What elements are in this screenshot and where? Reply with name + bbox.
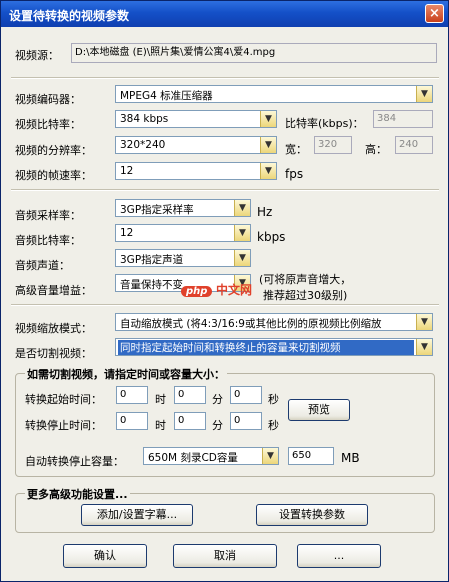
second-unit: 秒 (268, 419, 279, 432)
other-button[interactable]: ... (297, 544, 381, 568)
fps-unit: fps (285, 167, 304, 181)
hour-unit: 时 (155, 393, 166, 406)
stop-minute-input[interactable]: 0 (174, 412, 206, 430)
video-framerate-select[interactable]: 12 ▼ (115, 162, 277, 180)
start-minute-input[interactable]: 0 (174, 386, 206, 404)
advanced-group-title: 更多高级功能设置... (25, 486, 130, 502)
width-field[interactable]: 320 (314, 136, 352, 154)
start-second-input[interactable]: 0 (230, 386, 262, 404)
cut-group-title: 如需切割视频，请指定时间或容量大小： (25, 366, 227, 382)
capacity-select[interactable]: 650M 刻录CD容量 ▼ (143, 447, 279, 465)
site-name: 中文网 (215, 283, 252, 297)
bitrate-kbps-label: 比特率(kbps)： (285, 117, 364, 130)
audio-samplerate-label: 音频采样率： (15, 209, 81, 222)
video-bitrate-label: 视频比特率： (15, 118, 81, 131)
minute-unit: 分 (212, 393, 223, 406)
scale-mode-label: 视频缩放模式： (15, 322, 92, 335)
audio-bitrate-select[interactable]: 12 ▼ (115, 224, 251, 242)
chevron-down-icon[interactable]: ▼ (260, 111, 276, 127)
close-icon: × (429, 6, 440, 21)
video-resolution-value: 320*240 (120, 139, 166, 151)
audio-samplerate-select[interactable]: 3GP指定采样率 ▼ (115, 199, 251, 217)
stop-hour-input[interactable]: 0 (116, 412, 148, 430)
advanced-params-button[interactable]: 设置转换参数 (256, 504, 368, 526)
video-source-field[interactable]: D:\本地磁盘 (E)\照片集\爱情公寓4\爱4.mpg (71, 43, 437, 63)
audio-bitrate-value: 12 (120, 227, 134, 239)
audio-samplerate-value: 3GP指定采样率 (120, 204, 194, 216)
stop-second-input[interactable]: 0 (230, 412, 262, 430)
video-resolution-label: 视频的分辨率： (15, 144, 92, 157)
scale-mode-select[interactable]: 自动缩放模式 (将4:3/16:9或其他比例的原视频比例缩放 ▼ (115, 313, 433, 331)
video-bitrate-select[interactable]: 384 kbps ▼ (115, 110, 277, 128)
video-encoder-value: MPEG4 标准压缩器 (120, 90, 213, 102)
capacity-label: 自动转换停止容量： (25, 455, 124, 468)
start-time-label: 转换起始时间： (25, 393, 102, 406)
video-encoder-select[interactable]: MPEG4 标准压缩器 ▼ (115, 85, 433, 103)
preview-button[interactable]: 预览 (288, 399, 350, 421)
video-framerate-label: 视频的帧速率： (15, 169, 92, 182)
close-button[interactable]: × (425, 4, 444, 23)
hz-unit: Hz (257, 205, 273, 219)
site-watermark: php 中文网 (181, 281, 252, 298)
second-unit: 秒 (268, 393, 279, 406)
chevron-down-icon[interactable]: ▼ (262, 448, 278, 464)
php-logo: php (181, 286, 213, 297)
chevron-down-icon[interactable]: ▼ (416, 339, 432, 355)
video-framerate-value: 12 (120, 165, 134, 177)
ok-button[interactable]: 确认 (63, 544, 147, 568)
settings-dialog: 设置待转换的视频参数 × 视频源： D:\本地磁盘 (E)\照片集\爱情公寓4\… (0, 0, 449, 582)
divider (11, 304, 439, 306)
mb-unit: MB (341, 451, 360, 465)
cut-video-select[interactable]: 同时指定起始时间和转换终止的容量来切割视频 ▼ (115, 338, 433, 356)
audio-gain-value: 音量保持不变 (120, 279, 183, 291)
video-encoder-label: 视频编码器： (15, 93, 81, 106)
chevron-down-icon[interactable]: ▼ (234, 225, 250, 241)
capacity-input[interactable]: 650 (288, 447, 334, 465)
capacity-value: 650M 刻录CD容量 (148, 452, 238, 464)
chevron-down-icon[interactable]: ▼ (234, 250, 250, 266)
cut-video-value: 同时指定起始时间和转换终止的容量来切割视频 (118, 340, 414, 355)
width-label: 宽： (285, 143, 307, 156)
kbps-unit: kbps (257, 230, 286, 244)
bitrate-kbps-field[interactable]: 384 (373, 110, 433, 128)
divider (11, 77, 439, 79)
cut-video-label: 是否切割视频： (15, 347, 92, 360)
window-title: 设置待转换的视频参数 (9, 9, 130, 23)
minute-unit: 分 (212, 419, 223, 432)
subtitle-button[interactable]: 添加/设置字幕... (81, 504, 193, 526)
height-field[interactable]: 240 (395, 136, 433, 154)
audio-gain-label: 高级音量增益： (15, 284, 92, 297)
stop-time-label: 转换停止时间： (25, 419, 102, 432)
scale-mode-value: 自动缩放模式 (将4:3/16:9或其他比例的原视频比例缩放 (120, 318, 382, 330)
height-label: 高： (365, 143, 387, 156)
title-bar[interactable]: 设置待转换的视频参数 × (1, 1, 448, 27)
start-hour-input[interactable]: 0 (116, 386, 148, 404)
hour-unit: 时 (155, 419, 166, 432)
chevron-down-icon[interactable]: ▼ (260, 137, 276, 153)
cancel-button[interactable]: 取消 (173, 544, 277, 568)
gain-note-line1: (可将原声音增大， (259, 273, 352, 286)
audio-channel-value: 3GP指定声道 (120, 254, 184, 266)
chevron-down-icon[interactable]: ▼ (260, 163, 276, 179)
audio-channel-select[interactable]: 3GP指定声道 ▼ (115, 249, 251, 267)
audio-bitrate-label: 音频比特率： (15, 234, 81, 247)
video-source-label: 视频源： (15, 49, 59, 62)
video-resolution-select[interactable]: 320*240 ▼ (115, 136, 277, 154)
chevron-down-icon[interactable]: ▼ (416, 86, 432, 102)
gain-note-line2: 推荐超过30级别) (263, 289, 348, 302)
chevron-down-icon[interactable]: ▼ (416, 314, 432, 330)
audio-channel-label: 音频声道： (15, 259, 70, 272)
video-bitrate-value: 384 kbps (120, 113, 169, 125)
chevron-down-icon[interactable]: ▼ (234, 200, 250, 216)
divider (11, 189, 439, 191)
